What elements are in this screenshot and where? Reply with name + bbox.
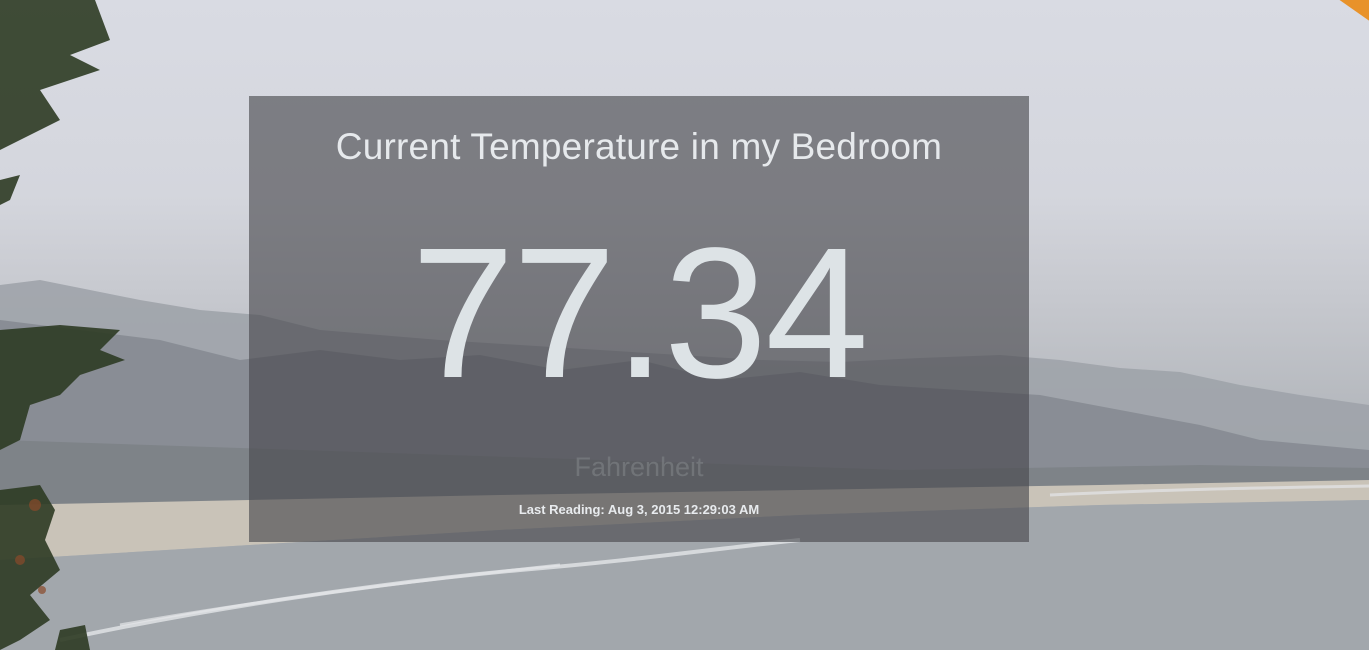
last-reading-label: Last Reading: — [518, 502, 605, 517]
temperature-panel: Current Temperature in my Bedroom 77.34 … — [249, 96, 1029, 542]
last-reading: Last Reading: Aug 3, 2015 12:29:03 AM — [249, 502, 1029, 517]
panel-title: Current Temperature in my Bedroom — [335, 126, 943, 167]
temperature-value: 77.34 — [411, 210, 868, 417]
last-reading-time: Aug 3, 2015 12:29:03 AM — [607, 502, 760, 517]
temperature-unit: Fahrenheit — [574, 452, 704, 482]
